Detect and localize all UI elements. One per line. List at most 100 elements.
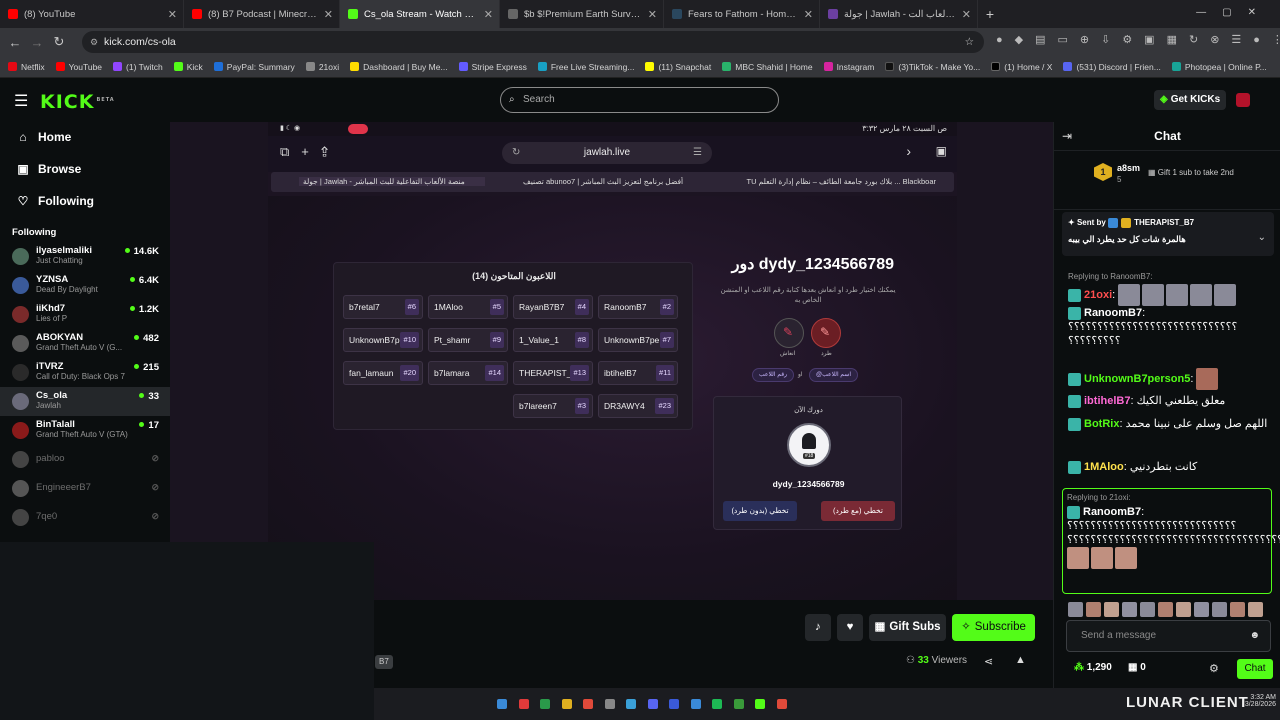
sidebar-nav-home[interactable]: ⌂ Home [0, 121, 170, 153]
browser-tab[interactable]: (8) B7 Podcast | Minecraft | ع ل✕ [184, 0, 340, 28]
emote-icon[interactable] [1068, 602, 1083, 618]
subscribe-button[interactable]: ✧ Subscribe [952, 614, 1035, 641]
taskbar-app-icon[interactable] [669, 699, 679, 709]
forward-arrow-icon[interactable]: → [26, 35, 48, 50]
taskbar-app-icon[interactable] [540, 699, 550, 709]
chat-message[interactable]: 1MAloo: كانت بتطردنيي [1068, 460, 1273, 474]
chat-message[interactable]: RanoomB7: ؟؟؟؟؟؟؟؟؟؟؟؟؟؟؟؟؟؟؟؟؟؟؟؟؟؟؟؟؟ … [1068, 306, 1273, 348]
search-input[interactable]: ⌕ Search [500, 87, 779, 113]
gift-count[interactable]: ▦ 0 [1128, 662, 1146, 673]
following-item[interactable]: BinTalall Grand Theft Auto V (GTA) 17 [0, 416, 170, 445]
emote-icon[interactable] [1248, 602, 1263, 618]
player-card[interactable]: UnknownB7pe #7 [598, 328, 678, 352]
bookmark-item[interactable]: MBC Shahid | Home [722, 62, 813, 72]
skip-without-kick-button[interactable]: تخطي (بدون طرد) [723, 501, 797, 521]
back-arrow-icon[interactable]: ← [4, 35, 26, 50]
bookmark-item[interactable]: Instagram [823, 62, 874, 72]
bookmark-item[interactable]: (1) Twitch [113, 62, 163, 72]
close-icon[interactable]: ✕ [648, 8, 657, 21]
bookmark-item[interactable]: Photopea | Online P... [1171, 62, 1267, 72]
browser-tab[interactable]: (8) YouTube ✕ [0, 0, 184, 28]
kick-boot-icon[interactable]: ✎ [811, 318, 841, 348]
bookmark-item[interactable]: Kick [173, 62, 203, 72]
notification-bell-button[interactable]: ♪ [805, 614, 831, 641]
kick-logo[interactable]: KICK BETA [40, 91, 115, 113]
user-avatar[interactable] [1236, 93, 1250, 107]
reload-icon[interactable]: ↻ [48, 34, 70, 50]
taskbar-app-icon[interactable] [733, 699, 744, 709]
following-item[interactable]: iiKhd7 Lies of P 1.2K [0, 300, 170, 329]
bookmark-item[interactable]: (531) Discord | Frien... [1063, 62, 1161, 72]
close-icon[interactable]: ✕ [484, 8, 493, 21]
emote-icon[interactable] [1104, 602, 1119, 618]
site-info-icon[interactable]: ⚙ [90, 31, 98, 53]
chat-message[interactable]: ibtihelB7: معلق يطلعني الكيك [1068, 394, 1273, 408]
following-item[interactable]: ilyaselmaliki Just Chatting 14.6K [0, 242, 170, 271]
url-field[interactable]: ⚙ kick.com/cs-ola ☆ [82, 31, 984, 53]
bookmark-item[interactable]: Netflix [8, 62, 45, 72]
following-item-offline[interactable]: 7qe0 ⊘ [0, 503, 170, 532]
emoji-icon[interactable]: ☻ [1249, 621, 1260, 651]
emote-icon[interactable] [1176, 602, 1191, 618]
report-icon[interactable]: ▲ [1015, 654, 1026, 666]
taskbar-app-icon[interactable] [583, 699, 593, 709]
emote-icon[interactable] [1122, 602, 1137, 618]
close-icon[interactable]: ✕ [168, 8, 177, 21]
taskbar-app-icon[interactable] [690, 699, 701, 709]
bookmark-item[interactable]: 21oxi [305, 62, 339, 72]
taskbar-app-icon[interactable] [755, 699, 765, 709]
player-card[interactable]: ibtihelB7 #11 [598, 361, 678, 385]
bookmark-item[interactable]: (11) Snapchat [645, 62, 711, 72]
chat-message-input[interactable]: Send a message ☻ [1066, 620, 1271, 652]
chat-message[interactable]: Replying to RanoomB7: 21oxi: [1068, 270, 1273, 306]
player-card[interactable]: Pt_shamr #9 [428, 328, 508, 352]
following-item[interactable]: ABOKYAN Grand Theft Auto V (G... 482 [0, 329, 170, 358]
player-card[interactable]: b7lareen7 #3 [513, 394, 593, 418]
player-card[interactable]: RanoomB7 #2 [598, 295, 678, 319]
bookmark-star-icon[interactable]: ☆ [965, 31, 974, 53]
following-item[interactable]: iTVRZ Call of Duty: Black Ops 7 215 [0, 358, 170, 387]
taskbar-app-icon[interactable] [776, 699, 787, 709]
taskbar-app-icon[interactable] [561, 699, 572, 709]
following-item[interactable]: YZNSA Dead By Daylight 6.4K [0, 271, 170, 300]
player-card[interactable]: fan_lamaun #20 [343, 361, 423, 385]
chat-message[interactable]: Replying to 21oxi: RanoomB7: ؟؟؟؟؟؟؟؟؟؟؟؟… [1062, 488, 1280, 594]
player-card[interactable]: b7lamara #14 [428, 361, 508, 385]
revive-syringe-icon[interactable]: ✎ [774, 318, 804, 348]
follow-heart-button[interactable]: ♥ [837, 614, 863, 641]
browser-tab[interactable]: جولة | Jawlah - منصة الألعاب الت✕ [820, 0, 978, 28]
player-card[interactable]: RayanB7B7 #4 [513, 295, 593, 319]
taskbar-app-icon[interactable] [626, 699, 636, 709]
settings-gear-icon[interactable]: ⚙ [1209, 662, 1219, 675]
sidebar-nav-browse[interactable]: ▣ Browse [0, 153, 170, 185]
browser-tab-active[interactable]: Cs_ola Stream - Watch Live ✕ [340, 0, 500, 28]
get-kicks-button[interactable]: ◈ Get KICKs [1154, 90, 1227, 110]
kick-points[interactable]: ⁂ 1,290 [1074, 662, 1112, 673]
send-chat-button[interactable]: Chat [1237, 659, 1273, 679]
following-item-offline[interactable]: pabloo ⊘ [0, 445, 170, 474]
bookmark-item[interactable]: Dashboard | Buy Me... [350, 62, 448, 72]
emote-icon[interactable] [1212, 602, 1227, 618]
taskbar-app-icon[interactable] [518, 699, 529, 709]
skip-with-kick-button[interactable]: تخطي (مع طرد) [821, 501, 895, 521]
chat-message[interactable]: BotRix: اللهم صل وسلم على نبينا محمد [1068, 417, 1273, 431]
gift-subs-button[interactable]: ▦ Gift Subs [869, 614, 946, 641]
close-icon[interactable]: ✕ [962, 8, 971, 21]
following-item-offline[interactable]: EngineeerB7 ⊘ [0, 474, 170, 503]
taskbar-app-icon[interactable] [712, 699, 722, 709]
window-controls[interactable]: —▢✕ [1196, 7, 1272, 18]
close-icon[interactable]: ✕ [804, 8, 813, 21]
menu-icon[interactable]: ☰ [14, 91, 28, 111]
taskbar-app-icon[interactable] [604, 699, 615, 709]
player-card[interactable]: b7retal7 #6 [343, 295, 423, 319]
emote-icon[interactable] [1086, 602, 1101, 618]
taskbar-app-icon[interactable] [497, 699, 507, 709]
emote-icon[interactable] [1140, 602, 1155, 618]
player-card[interactable]: THERAPIST_ #13 [513, 361, 593, 385]
browser-tab[interactable]: Fears to Fathom - Home Alone ✕ [664, 0, 820, 28]
stream-tag[interactable]: B7 [375, 655, 393, 669]
taskbar-app-icon[interactable] [647, 699, 658, 709]
bookmark-item[interactable]: Stripe Express [458, 62, 527, 72]
player-card[interactable]: UnknownB7p #10 [343, 328, 423, 352]
player-card[interactable]: 1MAloo #5 [428, 295, 508, 319]
